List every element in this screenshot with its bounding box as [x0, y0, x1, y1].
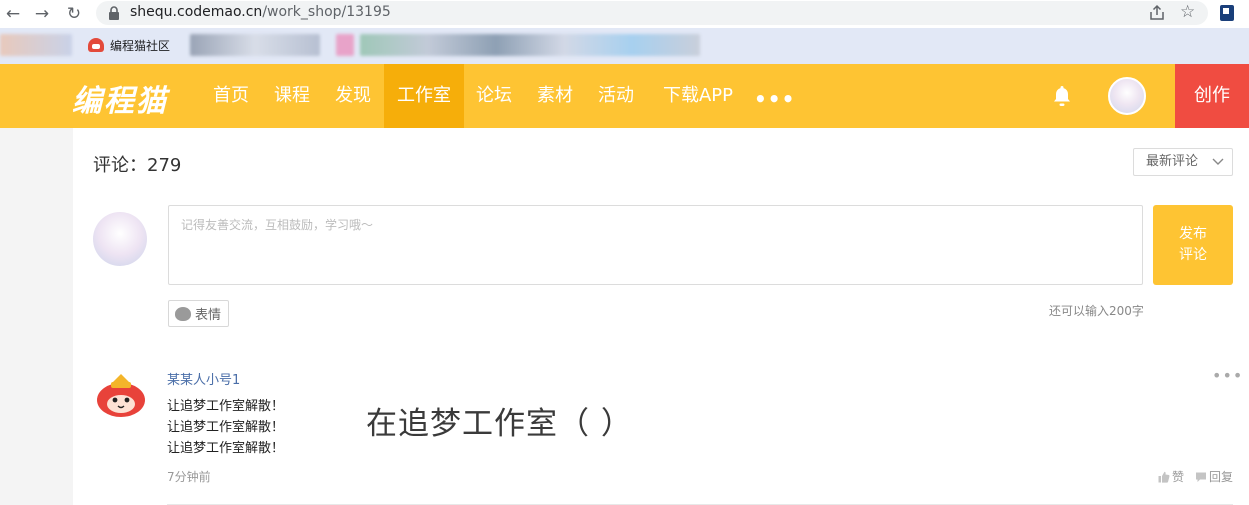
- nav-item-2[interactable]: 发现: [334, 64, 372, 128]
- blurred-favicon: [336, 34, 354, 56]
- extension-icon[interactable]: [1220, 5, 1234, 21]
- nav-item-5[interactable]: 素材: [536, 64, 574, 128]
- forward-arrow-icon[interactable]: →: [31, 3, 53, 25]
- create-button[interactable]: 创作: [1175, 64, 1249, 128]
- nav-item-6[interactable]: 活动: [597, 64, 635, 128]
- url-path: /work_shop/13195: [262, 4, 391, 20]
- bookmark-star-icon[interactable]: ☆: [1180, 2, 1195, 22]
- comment-count: 评论：279: [93, 155, 182, 176]
- reply-button[interactable]: 回复: [1195, 468, 1233, 485]
- commenter-avatar[interactable]: [95, 372, 147, 418]
- url-text[interactable]: shequ.codemao.cn/work_shop/13195: [130, 4, 391, 20]
- reload-icon[interactable]: ↻: [63, 3, 85, 25]
- blurred-bookmark: [190, 34, 320, 56]
- comment-input[interactable]: [168, 205, 1143, 285]
- emoji-button[interactable]: 表情: [168, 300, 229, 327]
- comment-line: 让追梦工作室解散！: [167, 399, 285, 414]
- comment-time: 7分钟前: [167, 470, 211, 484]
- post-comment-button[interactable]: 发布 评论: [1153, 205, 1233, 285]
- blurred-bookmark: [360, 34, 700, 56]
- reply-label: 回复: [1209, 470, 1234, 484]
- comment-line: 让追梦工作室解散！: [167, 441, 285, 456]
- thumbs-up-icon: [1158, 471, 1170, 483]
- blurred-bookmark: [0, 34, 72, 56]
- my-avatar: [93, 212, 147, 266]
- like-label: 赞: [1172, 470, 1185, 484]
- share-icon[interactable]: [1147, 3, 1167, 23]
- codemao-favicon-icon: [88, 38, 104, 52]
- back-arrow-icon[interactable]: ←: [2, 3, 24, 25]
- overlay-annotation: 在追梦工作室（ ）: [366, 406, 633, 442]
- nav-item-1[interactable]: 课程: [273, 64, 311, 128]
- bookmark-codemao[interactable]: 编程猫社区: [88, 35, 170, 55]
- comment-line: 让追梦工作室解散！: [167, 420, 285, 435]
- comment-username[interactable]: 某某人小号1: [167, 369, 240, 388]
- like-button[interactable]: 赞: [1158, 468, 1184, 485]
- nav-item-7[interactable]: 下载APP: [658, 64, 738, 128]
- more-nav-icon[interactable]: •••: [754, 87, 795, 111]
- nav-item-0[interactable]: 首页: [212, 64, 250, 128]
- url-host: shequ.codemao.cn: [130, 4, 263, 20]
- nav-item-4[interactable]: 论坛: [475, 64, 513, 128]
- post-label-line1: 发布: [1179, 226, 1207, 242]
- comment-more-icon[interactable]: •••: [1212, 366, 1243, 385]
- bell-icon[interactable]: [1050, 84, 1074, 108]
- char-remaining: 还可以输入200字: [1049, 304, 1144, 318]
- post-label-line2: 评论: [1179, 247, 1207, 263]
- cat-face-icon: [175, 306, 191, 321]
- user-avatar[interactable]: [1108, 77, 1146, 115]
- chevron-down-icon: [1212, 158, 1224, 165]
- speech-bubble-icon: [1196, 472, 1206, 482]
- site-logo[interactable]: 编程猫: [72, 76, 168, 120]
- nav-item-3[interactable]: 工作室: [384, 64, 464, 128]
- emoji-label: 表情: [195, 308, 222, 323]
- bookmark-label: 编程猫社区: [110, 38, 171, 53]
- lock-icon: [109, 6, 119, 20]
